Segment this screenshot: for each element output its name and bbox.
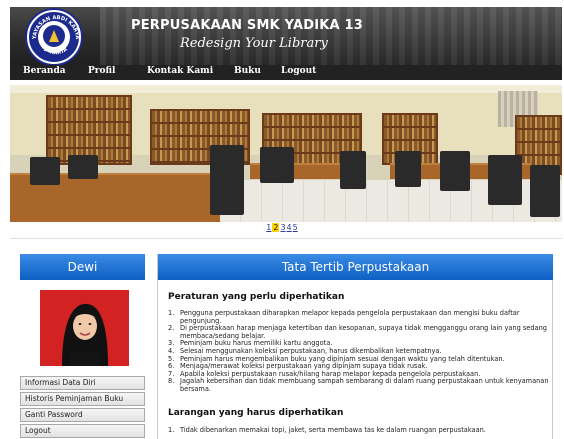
menu-logout[interactable]: Logout bbox=[20, 424, 145, 438]
library-photo-slideshow[interactable] bbox=[10, 85, 562, 222]
list-item: 8. Jagalah kebersihan dan tidak membuang … bbox=[168, 378, 552, 393]
pager-link-2-active[interactable]: 2 bbox=[272, 223, 280, 232]
pager-link-1[interactable]: 1 bbox=[266, 223, 271, 232]
photo-chair bbox=[30, 157, 60, 185]
nav-link-profil[interactable]: Profil bbox=[88, 66, 115, 76]
list-item-number: 1. bbox=[168, 426, 175, 434]
menu-ganti-password[interactable]: Ganti Password bbox=[20, 408, 145, 422]
photo-ceiling bbox=[10, 85, 562, 93]
logo-text-bottom: JAKARTA bbox=[43, 46, 69, 56]
pager-link-3[interactable]: 3 bbox=[280, 223, 285, 232]
slideshow-pager: 1 2 345 bbox=[0, 223, 564, 232]
logo-text-top: YAYASAN ABDI KARYA bbox=[32, 15, 80, 41]
user-name-header: Dewi bbox=[20, 254, 145, 280]
rules-panel: Tata Tertib Perpustakaan Peraturan yang … bbox=[157, 254, 553, 439]
prohibitions-heading: Larangan yang harus diperhatikan bbox=[168, 408, 344, 418]
logo-ring-text: YAYASAN ABDI KARYA JAKARTA bbox=[32, 15, 80, 56]
photo-chair bbox=[260, 147, 294, 183]
svg-text:JAKARTA: JAKARTA bbox=[43, 46, 69, 56]
menu-informasi-data-diri[interactable]: Informasi Data Diri bbox=[20, 376, 145, 390]
nav-link-buku[interactable]: Buku bbox=[234, 66, 261, 76]
list-item: 1. Pengguna perpustakaan diharapkan melap… bbox=[168, 309, 552, 325]
list-item-number: 8. bbox=[168, 377, 175, 386]
school-logo[interactable]: YAYASAN ABDI KARYA JAKARTA bbox=[27, 10, 81, 64]
menu-historis-peminjaman-buku[interactable]: Historis Peminjaman Buku bbox=[20, 392, 145, 406]
regulations-list: 1. Pengguna perpustakaan diharapkan melap… bbox=[168, 309, 552, 394]
nav-link-beranda[interactable]: Beranda bbox=[23, 66, 66, 76]
avatar bbox=[40, 290, 129, 366]
user-profile-photo bbox=[40, 290, 129, 366]
header-bookshelf-background bbox=[100, 7, 562, 65]
photo-chair bbox=[440, 151, 470, 191]
list-item-text: Tidak dibenarkan memakai topi, jaket, se… bbox=[180, 426, 486, 434]
photo-chair bbox=[68, 155, 98, 179]
nav-link-logout[interactable]: Logout bbox=[281, 66, 316, 76]
list-item: 2. Di perpustakaan harap menjaga ketertib… bbox=[168, 324, 552, 340]
site-tagline: Redesign Your Library bbox=[180, 36, 328, 51]
regulations-heading: Peraturan yang perlu diperhatikan bbox=[168, 292, 345, 302]
pager-link-5[interactable]: 5 bbox=[293, 223, 298, 232]
pager-link-4[interactable]: 4 bbox=[287, 223, 292, 232]
photo-chair bbox=[210, 145, 244, 215]
photo-chair bbox=[530, 165, 560, 217]
photo-chair bbox=[488, 155, 522, 205]
list-item-number: 2. bbox=[168, 324, 175, 333]
site-header: YAYASAN ABDI KARYA JAKARTA PERPUSAKAAN S… bbox=[10, 7, 562, 65]
svg-text:YAYASAN ABDI KARYA: YAYASAN ABDI KARYA bbox=[32, 15, 80, 41]
photo-chair bbox=[340, 151, 366, 189]
list-item-text: Jagalah kebersihan dan tidak membuang sa… bbox=[180, 377, 549, 393]
photo-chair bbox=[395, 151, 421, 187]
rules-panel-header: Tata Tertib Perpustakaan bbox=[158, 254, 553, 280]
list-item: 1. Tidak dibenarkan memakai topi, jaket, … bbox=[168, 426, 552, 435]
list-item-text: Di perpustakaan harap menjaga ketertiban… bbox=[180, 324, 547, 340]
list-item-number: 1. bbox=[168, 309, 175, 317]
nav-link-kontak-kami[interactable]: Kontak Kami bbox=[147, 66, 213, 76]
prohibitions-list: 1. Tidak dibenarkan memakai topi, jaket, … bbox=[168, 426, 552, 435]
list-item-text: Pengguna perpustakaan diharapkan melapor… bbox=[180, 309, 520, 325]
user-sidebar: Dewi Informasi Data Diri Historis Peminj… bbox=[20, 254, 145, 439]
site-title: PERPUSAKAAN SMK YADIKA 13 bbox=[131, 18, 364, 33]
section-divider bbox=[10, 238, 562, 239]
main-nav: Beranda Profil Kontak Kami Buku Logout bbox=[10, 65, 562, 80]
